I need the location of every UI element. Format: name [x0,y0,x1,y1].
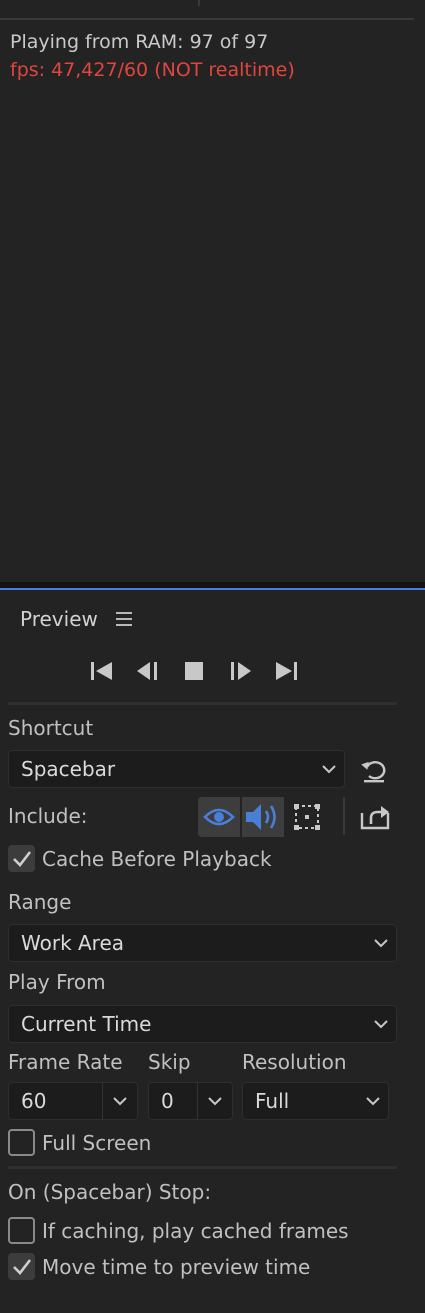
shortcut-dropdown[interactable]: Spacebar [8,750,345,788]
divider [8,702,397,705]
panel-title: Preview [20,607,98,631]
checkbox-label: Cache Before Playback [42,846,272,871]
chevron-down-icon[interactable] [198,1083,232,1119]
skip-combo[interactable]: 0 [148,1082,233,1120]
transport-controls [88,658,300,684]
info-panel-tab-strip [0,0,414,20]
resolution-value: Full [255,1089,290,1113]
checkbox-box [8,1129,35,1156]
on-stop-label: On (Spacebar) Stop: [8,1180,212,1204]
shortcut-value: Spacebar [21,757,116,781]
checkbox-box [8,1217,35,1244]
chevron-down-icon[interactable] [103,1083,137,1119]
range-label: Range [8,890,72,914]
checkbox-label: Full Screen [42,1130,152,1155]
shortcut-label: Shortcut [8,716,94,740]
skip-value[interactable]: 0 [149,1089,197,1113]
first-frame-button[interactable] [88,658,116,684]
checkbox-label: Move time to preview time [42,1254,311,1279]
previous-frame-button[interactable] [134,658,162,684]
resolution-label: Resolution [242,1050,347,1074]
first-frame-icon [91,662,112,680]
preview-panel-header: Preview [20,604,132,634]
reset-shortcut-button[interactable] [356,753,392,787]
panel-menu-icon[interactable] [115,612,132,626]
play-from-dropdown[interactable]: Current Time [8,1005,397,1043]
include-overlays-toggle[interactable] [286,797,328,837]
divider [8,1166,397,1169]
last-frame-icon [276,662,297,680]
reset-icon [361,761,386,783]
range-dropdown[interactable]: Work Area [8,924,397,962]
last-frame-button[interactable] [272,658,300,684]
chevron-down-icon [358,1083,388,1119]
include-toggle-group [198,797,328,837]
cache-before-playback-checkbox[interactable]: Cache Before Playback [8,845,272,872]
frame-rate-combo[interactable]: 60 [8,1082,138,1120]
export-button[interactable] [356,800,394,834]
play-from-label: Play From [8,970,106,994]
checkbox-box [8,1253,35,1280]
include-label: Include: [8,804,88,828]
frame-rate-value[interactable]: 60 [9,1089,102,1113]
checkbox-label: If caching, play cached frames [42,1218,349,1243]
toolbar-divider [343,797,345,835]
preview-panel: Preview Shortcut Spacebar Include: Cache… [0,590,425,1313]
stop-icon [185,662,203,680]
play-from-value: Current Time [21,1012,152,1036]
overlay-frame-icon [294,804,320,830]
chevron-down-icon [366,925,396,961]
fps-status: fps: 47,427/60 (NOT realtime) [10,59,295,81]
ram-playback-status: Playing from RAM: 97 of 97 [10,31,269,53]
chevron-down-icon [314,751,344,787]
checkmark-icon [12,850,31,867]
speaker-icon [246,804,276,830]
tab-divider [198,0,200,6]
checkmark-icon [12,1258,31,1275]
checkbox-box [8,845,35,872]
next-frame-button[interactable] [226,658,254,684]
full-screen-checkbox[interactable]: Full Screen [8,1129,151,1156]
eye-icon [203,808,235,826]
play-cached-frames-checkbox[interactable]: If caching, play cached frames [8,1217,349,1244]
include-audio-toggle[interactable] [242,797,284,837]
chevron-down-icon [366,1006,396,1042]
frame-rate-label: Frame Rate [8,1050,123,1074]
skip-label: Skip [148,1050,191,1074]
include-video-toggle[interactable] [198,797,240,837]
export-icon [360,806,390,830]
resolution-dropdown[interactable]: Full [242,1082,389,1120]
stop-button[interactable] [180,658,208,684]
range-value: Work Area [21,931,125,955]
previous-frame-icon [137,662,157,680]
info-panel: Playing from RAM: 97 of 97 fps: 47,427/6… [0,0,425,582]
next-frame-icon [231,662,251,680]
move-time-checkbox[interactable]: Move time to preview time [8,1253,310,1280]
